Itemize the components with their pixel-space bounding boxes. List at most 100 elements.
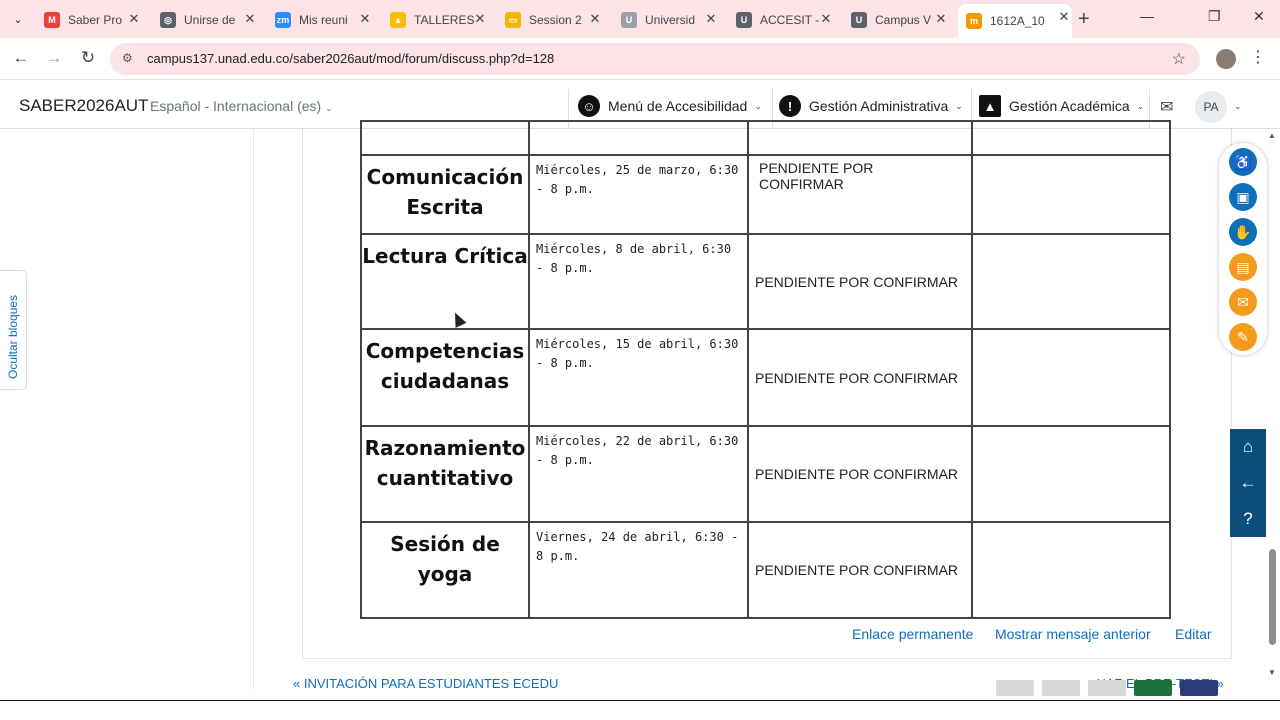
page-scrollbar-thumb[interactable] bbox=[1269, 549, 1276, 645]
status-text: PENDIENTE POR CONFIRMAR bbox=[755, 562, 959, 578]
hide-blocks-toggle[interactable]: Ocultar bloques bbox=[0, 270, 27, 390]
site-info-icon[interactable]: ⚙ bbox=[122, 51, 133, 65]
tab-close-icon[interactable]: ✕ bbox=[126, 11, 142, 27]
user-initials: PA bbox=[1203, 100, 1219, 114]
maximize-icon[interactable]: ❐ bbox=[1208, 8, 1221, 25]
tab-title: 1612A_10 bbox=[990, 14, 1045, 28]
tab-close-icon[interactable]: ✕ bbox=[1056, 9, 1072, 25]
previous-discussion-link[interactable]: « INVITACIÓN PARA ESTUDIANTES ECEDU bbox=[293, 676, 558, 691]
site-brand[interactable]: SABER2026AUT bbox=[19, 96, 148, 116]
tab-title: Mis reuni bbox=[299, 13, 348, 27]
status-text: PENDIENTE POR CONFIRMAR bbox=[755, 273, 959, 290]
tab-close-icon[interactable]: ✕ bbox=[818, 11, 834, 27]
status-cell: PENDIENTE POR CONFIRMAR bbox=[747, 154, 973, 235]
academic-management-menu[interactable]: ▲ Gestión Académica ⌄ bbox=[979, 89, 1144, 123]
chevron-down-icon[interactable]: ⌄ bbox=[1234, 101, 1242, 112]
table-row-partial bbox=[360, 120, 1171, 156]
browser-tab[interactable]: U ACCESIT - ✕ bbox=[728, 6, 834, 34]
date-cell: Miércoles, 8 de abril, 6:30 - 8 p.m. bbox=[528, 233, 749, 330]
tab-title: TALLERES bbox=[414, 13, 475, 27]
tab-favicon-icon: U bbox=[621, 12, 637, 28]
help-question-icon[interactable]: ? bbox=[1230, 501, 1266, 537]
tab-search-chevron-icon[interactable]: ⌄ bbox=[6, 8, 30, 30]
sign-language-hand-icon[interactable]: ✋ bbox=[1229, 218, 1257, 246]
edit-link[interactable]: Editar bbox=[1175, 626, 1212, 642]
status-text: PENDIENTE POR CONFIRMAR bbox=[755, 466, 959, 482]
image-gallery-icon[interactable]: ▣ bbox=[1229, 183, 1257, 211]
email-icon[interactable]: ✉ bbox=[1229, 288, 1257, 316]
date-cell: Miércoles, 15 de abril, 6:30 - 8 p.m. bbox=[528, 328, 749, 427]
user-avatar[interactable]: PA bbox=[1195, 91, 1227, 123]
browser-tab[interactable]: ▭ Session 2 ✕ bbox=[497, 6, 603, 34]
tab-title: Universid bbox=[645, 13, 696, 27]
subject-cell: Sesión de yoga bbox=[360, 521, 530, 619]
minimize-icon[interactable]: — bbox=[1140, 8, 1154, 24]
accessibility-menu[interactable]: ☺ Menú de Accesibilidad ⌄ bbox=[578, 89, 762, 123]
browser-tab[interactable]: ◎ Unirse de ✕ bbox=[152, 6, 258, 34]
tab-favicon-icon: U bbox=[851, 12, 867, 28]
status-text: PENDIENTE POR CONFIRMAR bbox=[755, 369, 959, 386]
home-icon[interactable]: ⌂ bbox=[1230, 429, 1266, 465]
logo-image bbox=[996, 680, 1034, 696]
logo-image bbox=[1134, 680, 1172, 696]
accessibility-person-icon[interactable]: ♿ bbox=[1229, 148, 1257, 176]
tab-close-icon[interactable]: ✕ bbox=[587, 11, 603, 27]
status-cell: PENDIENTE POR CONFIRMAR bbox=[747, 521, 973, 619]
empty-cell bbox=[971, 328, 1171, 427]
close-window-icon[interactable]: ✕ bbox=[1253, 8, 1265, 25]
table-cell bbox=[360, 120, 530, 156]
browser-tab[interactable]: ▲ TALLERES ✕ bbox=[382, 6, 488, 34]
tab-close-icon[interactable]: ✕ bbox=[472, 11, 488, 27]
back-arrow-icon[interactable]: ← bbox=[10, 48, 32, 68]
forward-arrow-icon[interactable]: → bbox=[43, 48, 65, 68]
browser-menu-icon[interactable]: ⋮ bbox=[1250, 47, 1266, 67]
content-divider bbox=[253, 129, 254, 689]
browser-tab-strip: ⌄ M Saber Pro ✕ ◎ Unirse de ✕ zm Mis reuni ✕ ▲ TAL… bbox=[0, 0, 1280, 38]
chat-edit-icon[interactable]: ✎ bbox=[1229, 323, 1257, 351]
table-cell bbox=[528, 120, 749, 156]
browser-tab[interactable]: m 1612A_10 ✕ bbox=[958, 4, 1072, 38]
browser-tab[interactable]: zm Mis reuni ✕ bbox=[267, 6, 373, 34]
subject-cell: Razonamiento cuantitativo bbox=[360, 425, 530, 523]
admin-management-label: Gestión Administrativa bbox=[809, 98, 949, 114]
language-selector[interactable]: Español - Internacional (es) ⌄ bbox=[150, 98, 333, 114]
table-cell bbox=[971, 120, 1171, 156]
empty-cell bbox=[971, 154, 1171, 235]
new-tab-plus-icon[interactable]: + bbox=[1078, 8, 1090, 31]
tab-close-icon[interactable]: ✕ bbox=[242, 11, 258, 27]
table-row: Comunicación Escrita Miércoles, 25 de mar… bbox=[360, 154, 1171, 235]
messages-envelope-icon[interactable]: ✉ bbox=[1160, 97, 1173, 117]
date-cell: Viernes, 24 de abril, 6:30 - 8 p.m. bbox=[528, 521, 749, 619]
document-icon[interactable]: ▤ bbox=[1229, 253, 1257, 281]
url-text[interactable]: campus137.unad.edu.co/saber2026aut/mod/f… bbox=[147, 51, 554, 66]
subject-cell: Comunicación Escrita bbox=[360, 154, 530, 235]
address-bar[interactable]: ⚙ campus137.unad.edu.co/saber2026aut/mod… bbox=[110, 43, 1200, 75]
reload-icon[interactable]: ↻ bbox=[77, 48, 99, 68]
language-label: Español - Internacional (es) bbox=[150, 98, 322, 114]
table-row: Lectura Crítica Miércoles, 8 de abril, 6:… bbox=[360, 233, 1171, 330]
scroll-up-icon[interactable]: ▲ bbox=[1268, 131, 1276, 140]
empty-cell bbox=[971, 425, 1171, 523]
tab-title: Campus V bbox=[875, 13, 932, 27]
back-arrow-icon[interactable]: ← bbox=[1230, 465, 1266, 501]
status-text: PENDIENTE POR CONFIRMAR bbox=[759, 160, 874, 192]
tab-favicon-icon: U bbox=[736, 12, 752, 28]
browser-tab[interactable]: U Campus V ✕ bbox=[843, 6, 949, 34]
browser-profile-avatar[interactable] bbox=[1216, 49, 1236, 69]
browser-tab[interactable]: U Universid ✕ bbox=[613, 6, 719, 34]
show-parent-link[interactable]: Mostrar mensaje anterior bbox=[995, 626, 1151, 642]
admin-management-menu[interactable]: ! Gestión Administrativa ⌄ bbox=[779, 89, 963, 123]
schedule-table: Comunicación Escrita Miércoles, 25 de mar… bbox=[360, 120, 1171, 619]
tab-close-icon[interactable]: ✕ bbox=[703, 11, 719, 27]
logo-image bbox=[1088, 680, 1126, 696]
quick-navigation-panel: ⌂ ← ? bbox=[1230, 429, 1266, 537]
permalink-link[interactable]: Enlace permanente bbox=[852, 626, 973, 642]
tab-favicon-icon: M bbox=[44, 12, 60, 28]
tab-title: Session 2 bbox=[529, 13, 582, 27]
tab-close-icon[interactable]: ✕ bbox=[933, 11, 949, 27]
tab-close-icon[interactable]: ✕ bbox=[357, 11, 373, 27]
scroll-down-icon[interactable]: ▼ bbox=[1268, 668, 1276, 677]
browser-tab[interactable]: M Saber Pro ✕ bbox=[36, 6, 142, 34]
bookmark-star-icon[interactable]: ☆ bbox=[1172, 49, 1186, 69]
date-cell: Miércoles, 25 de marzo, 6:30 - 8 p.m. bbox=[528, 154, 749, 235]
